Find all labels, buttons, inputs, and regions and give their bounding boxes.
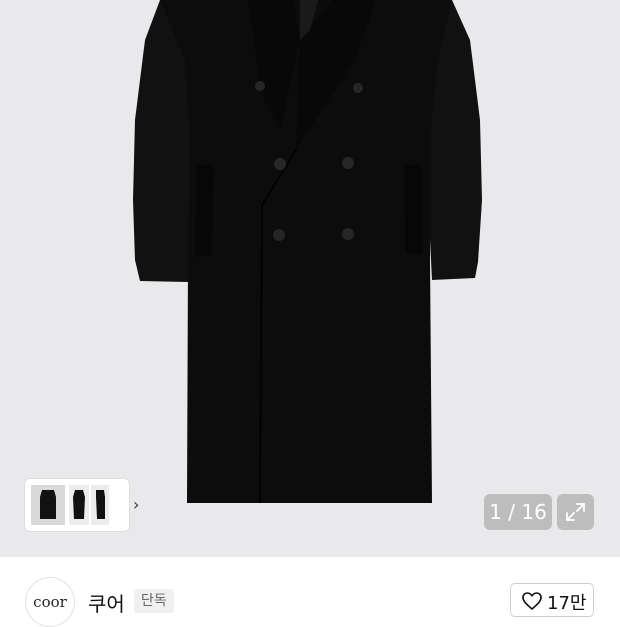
product-image-gallery[interactable]: › 1 / 16 xyxy=(0,0,620,557)
thumbnail-3[interactable] xyxy=(91,485,109,525)
like-button[interactable]: 17만 xyxy=(510,583,594,617)
expand-icon xyxy=(566,503,585,521)
chevron-right-icon[interactable]: › xyxy=(133,497,139,513)
thumbnail-2[interactable] xyxy=(69,485,89,525)
thumbnail-1[interactable] xyxy=(31,485,65,525)
expand-button[interactable] xyxy=(557,494,594,530)
thumbnail-strip[interactable]: › xyxy=(25,479,139,531)
heart-icon xyxy=(522,592,542,610)
product-image-coat xyxy=(133,0,482,504)
exclusive-badge: 단독 xyxy=(134,589,174,613)
image-counter: 1 / 16 xyxy=(484,494,552,530)
like-count: 17만 xyxy=(547,593,587,614)
brand-name[interactable]: 쿠어 xyxy=(88,588,125,617)
brand-row: coor 쿠어 단독 17만 xyxy=(0,557,620,627)
